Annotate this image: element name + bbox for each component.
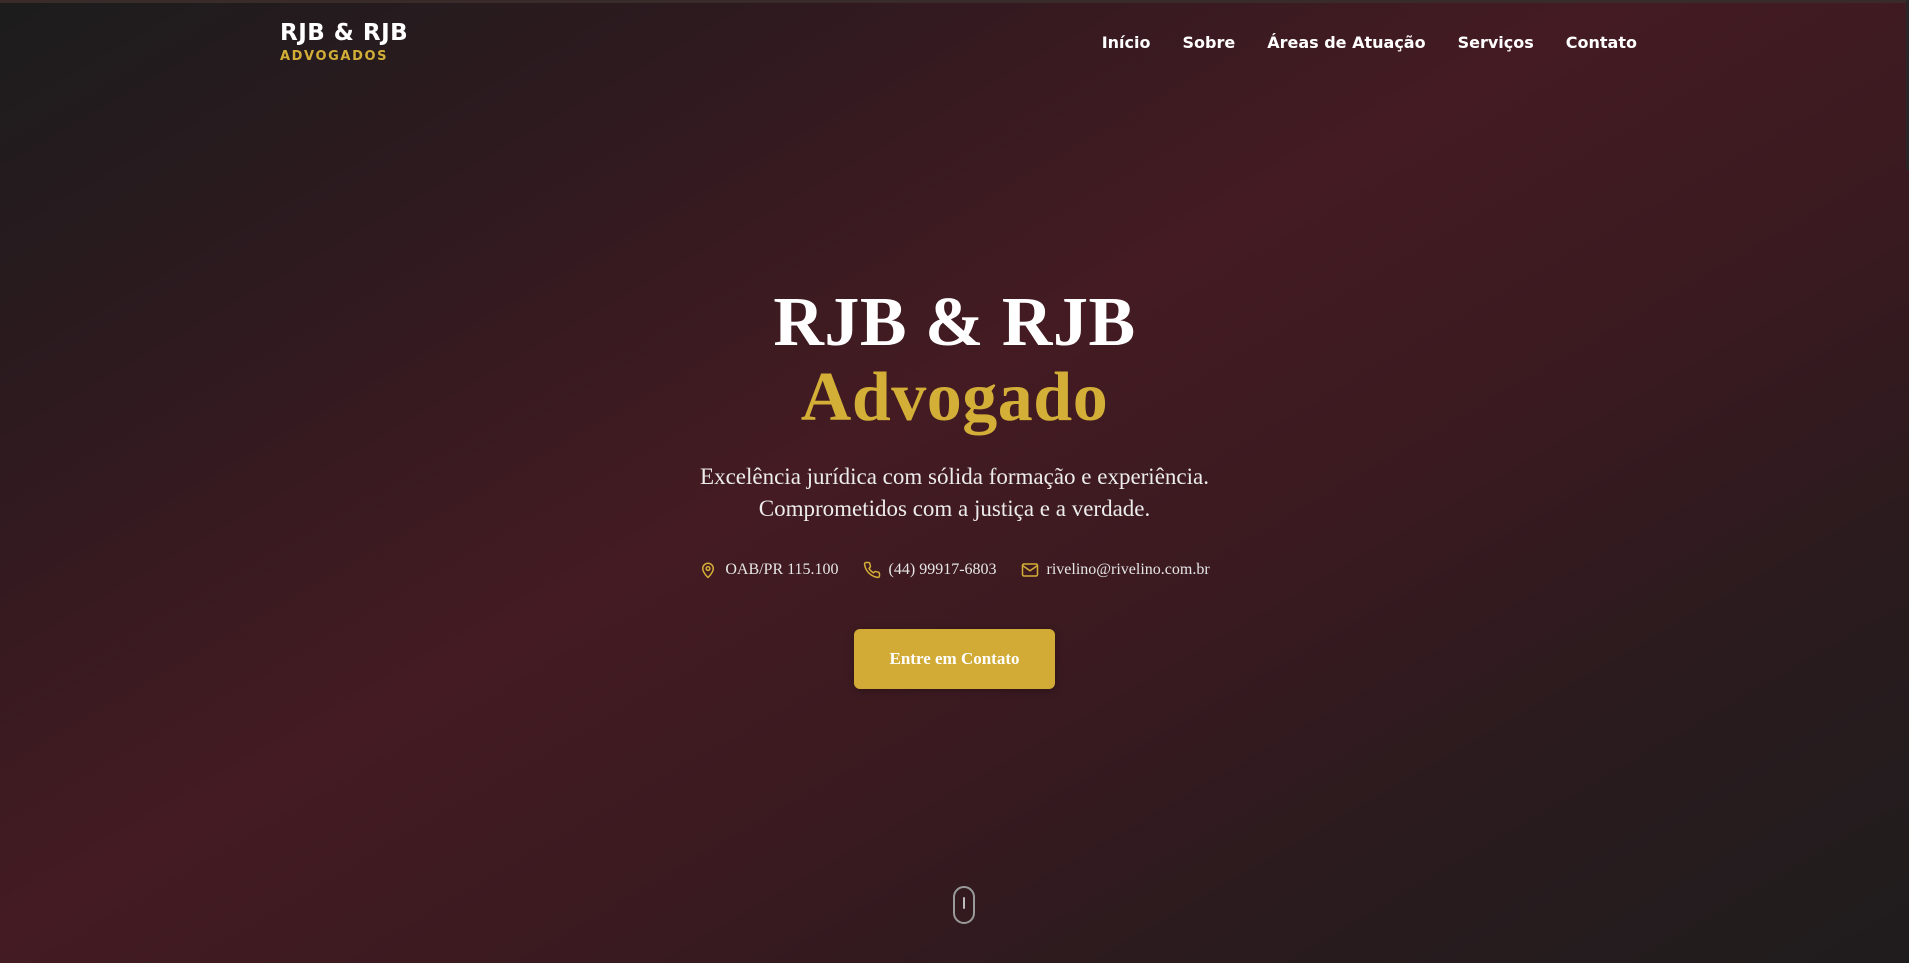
- nav-link-sobre[interactable]: Sobre: [1182, 32, 1235, 54]
- main-nav: Início Sobre Áreas de Atuação Serviços C…: [1102, 32, 1637, 54]
- hero-description-line-1: Excelência jurídica com sólida formação …: [700, 464, 1209, 489]
- map-pin-icon: [699, 561, 717, 579]
- contact-email-text: rivelino@rivelino.com.br: [1046, 561, 1210, 578]
- contact-email[interactable]: rivelino@rivelino.com.br: [1021, 561, 1210, 579]
- contact-cta-button[interactable]: Entre em Contato: [854, 629, 1055, 689]
- nav-link-servicos[interactable]: Serviços: [1458, 32, 1534, 54]
- nav-link-inicio[interactable]: Início: [1102, 32, 1151, 54]
- hero-section: RJB & RJB Advogado Excelência jurídica c…: [0, 285, 1909, 689]
- hero-description-line-2: Comprometidos com a justiça e a verdade.: [758, 496, 1151, 521]
- contact-phone[interactable]: (44) 99917-6803: [863, 561, 997, 579]
- mouse-scroll-icon[interactable]: [953, 886, 975, 924]
- hero-title: RJB & RJB: [773, 284, 1136, 361]
- mail-icon: [1021, 561, 1039, 579]
- contact-phone-text: (44) 99917-6803: [888, 561, 997, 578]
- scroll-wheel: [963, 897, 965, 909]
- phone-icon: [863, 561, 881, 579]
- brand-subtitle: ADVOGADOS: [280, 49, 389, 64]
- contact-oab: OAB/PR 115.100: [699, 561, 839, 579]
- brand-logo[interactable]: RJB & RJB ADVOGADOS: [280, 18, 408, 66]
- contact-oab-text: OAB/PR 115.100: [725, 561, 839, 578]
- nav-link-areas-de-atuacao[interactable]: Áreas de Atuação: [1267, 32, 1425, 54]
- page: RJB & RJB ADVOGADOS Início Sobre Áreas d…: [0, 0, 1909, 963]
- contact-info-row: OAB/PR 115.100 (44) 99917-6803 rivelino@…: [0, 561, 1909, 579]
- nav-link-contato[interactable]: Contato: [1566, 32, 1637, 54]
- hero-title-accent: Advogado: [800, 359, 1109, 436]
- window-top-border: [0, 0, 1909, 3]
- hero-description: Excelência jurídica com sólida formação …: [0, 461, 1909, 525]
- brand-name: RJB & RJB: [280, 20, 409, 46]
